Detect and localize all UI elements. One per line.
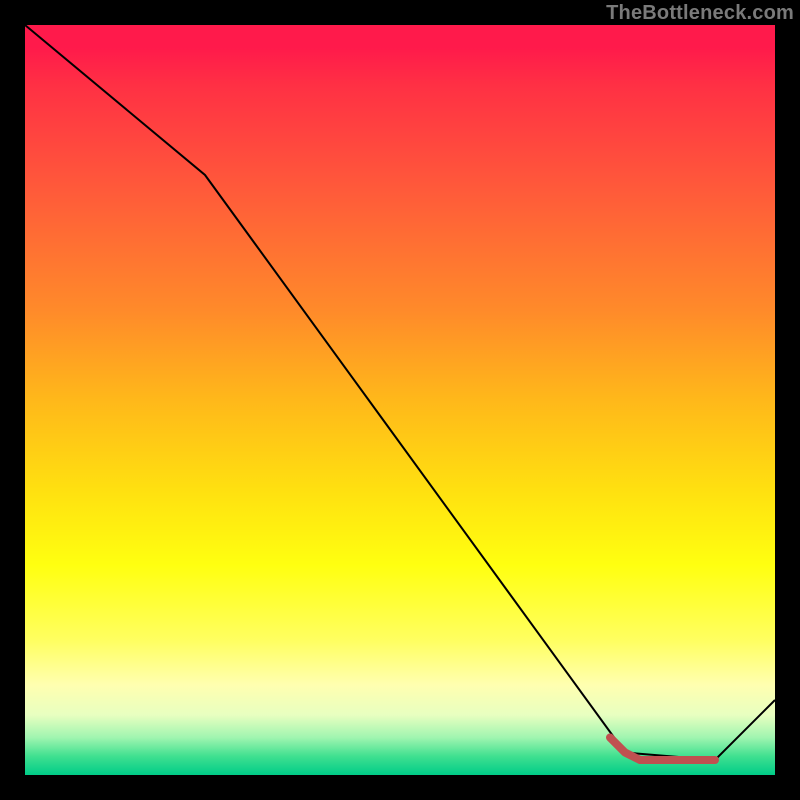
- watermark-text: TheBottleneck.com: [606, 2, 794, 25]
- plot-overlay: [25, 25, 775, 775]
- chart-stage: TheBottleneck.com: [0, 0, 800, 800]
- series-bottleneck-curve: [25, 25, 775, 760]
- series-optimal-segment: [610, 738, 715, 761]
